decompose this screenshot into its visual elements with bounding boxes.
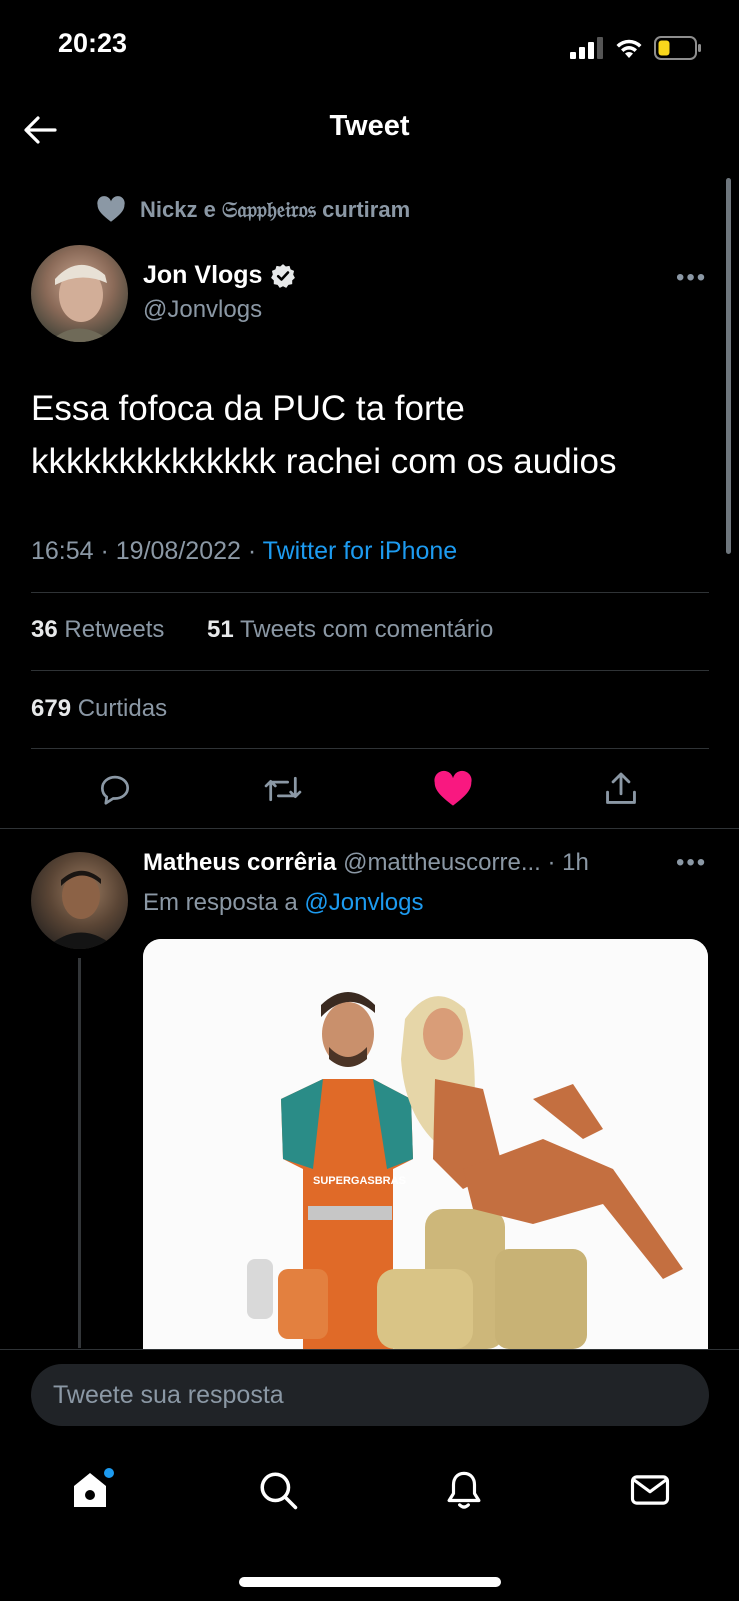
retweet-button[interactable]	[258, 764, 308, 814]
nav-home[interactable]	[62, 1460, 122, 1520]
author-handle[interactable]: @Jonvlogs	[143, 296, 262, 324]
tweet-text-line: Essa fofoca da PUC ta forte	[31, 389, 465, 428]
verified-badge-icon	[271, 263, 296, 288]
retweet-icon	[264, 776, 302, 802]
divider	[31, 670, 709, 671]
likes-count: 679	[31, 695, 72, 722]
nav-search[interactable]	[248, 1460, 308, 1520]
like-button[interactable]	[428, 764, 478, 814]
reply-author-name: Matheus corrêria	[143, 849, 337, 876]
retweets-label: Retweets	[64, 616, 165, 643]
avatar-image	[49, 264, 111, 342]
reply-media-image[interactable]: SUPERGASBRAS	[143, 939, 708, 1349]
retweet-stats[interactable]: 36 Retweets	[31, 616, 164, 644]
share-button[interactable]	[596, 764, 646, 814]
tweet-source[interactable]: Twitter for iPhone	[263, 537, 458, 565]
reply-author-handle: @mattheuscorre...	[343, 849, 541, 876]
replying-to: Em resposta a @Jonvlogs	[143, 889, 424, 917]
replying-to-handle[interactable]: @Jonvlogs	[304, 889, 423, 916]
more-options-icon[interactable]: •••	[676, 264, 707, 292]
retweets-count: 36	[31, 616, 58, 643]
thread-line	[78, 958, 81, 1348]
divider	[31, 748, 709, 749]
social-context[interactable]: Nickz e 𝔖𝔞𝔭𝔭𝔥𝔢𝔦𝔯𝔬𝔰 curtiram	[96, 196, 410, 223]
tweet-text: Essa fofoca da PUC ta forte kkkkkkkkkkkk…	[31, 382, 721, 488]
search-icon	[260, 1472, 298, 1510]
reply-time: · 1h	[547, 849, 589, 876]
divider	[0, 828, 739, 829]
like-stats[interactable]: 679 Curtidas	[31, 695, 167, 723]
reply-button[interactable]	[90, 764, 140, 814]
quotes-count: 51	[207, 616, 234, 643]
nav-notifications[interactable]	[434, 1460, 494, 1520]
reply-icon	[100, 775, 130, 805]
tweet-timestamp: 16:54 · 19/08/2022 ·	[31, 537, 263, 565]
wifi-icon	[616, 39, 642, 58]
heart-icon	[97, 196, 125, 222]
likes-label: Curtidas	[77, 695, 168, 722]
replying-to-prefix: Em resposta a	[143, 889, 305, 916]
status-time: 20:23	[58, 28, 128, 58]
reply-input[interactable]	[31, 1364, 709, 1426]
home-indicator[interactable]	[239, 1577, 501, 1587]
media-photo: SUPERGASBRAS	[143, 939, 708, 1349]
page-title: Tweet	[329, 110, 410, 142]
messages-icon	[630, 1475, 670, 1505]
scrollbar[interactable]	[726, 178, 731, 554]
tweet-meta: 16:54 · 19/08/2022 · Twitter for iPhone	[31, 537, 457, 566]
quotes-label: Tweets com comentário	[239, 616, 494, 643]
nav-messages[interactable]	[620, 1460, 680, 1520]
quote-stats[interactable]: 51 Tweets com comentário	[207, 616, 493, 644]
reply-author-avatar[interactable]	[31, 852, 128, 949]
tweet-text-line: kkkkkkkkkkkkkk rachei com os audios	[31, 442, 617, 481]
signal-icon	[570, 37, 603, 59]
share-icon	[606, 772, 636, 804]
reply-more-options-icon[interactable]: •••	[676, 849, 707, 877]
notifications-icon	[447, 1471, 481, 1509]
author-name-text: Jon Vlogs	[143, 261, 263, 289]
battery-icon	[654, 36, 701, 60]
author-avatar[interactable]	[31, 245, 128, 342]
social-context-text: Nickz e 𝔖𝔞𝔭𝔭𝔥𝔢𝔦𝔯𝔬𝔰 curtiram	[140, 196, 411, 222]
author-name[interactable]: Jon Vlogs	[143, 261, 296, 290]
reply-header[interactable]: Matheus corrêria @mattheuscorre... · 1h	[143, 849, 589, 877]
divider	[31, 592, 709, 593]
media-logo-text: SUPERGASBRAS	[313, 1175, 406, 1187]
home-icon	[74, 1468, 114, 1507]
avatar-image	[45, 870, 117, 949]
like-icon	[434, 770, 472, 806]
status-icons	[570, 34, 702, 62]
